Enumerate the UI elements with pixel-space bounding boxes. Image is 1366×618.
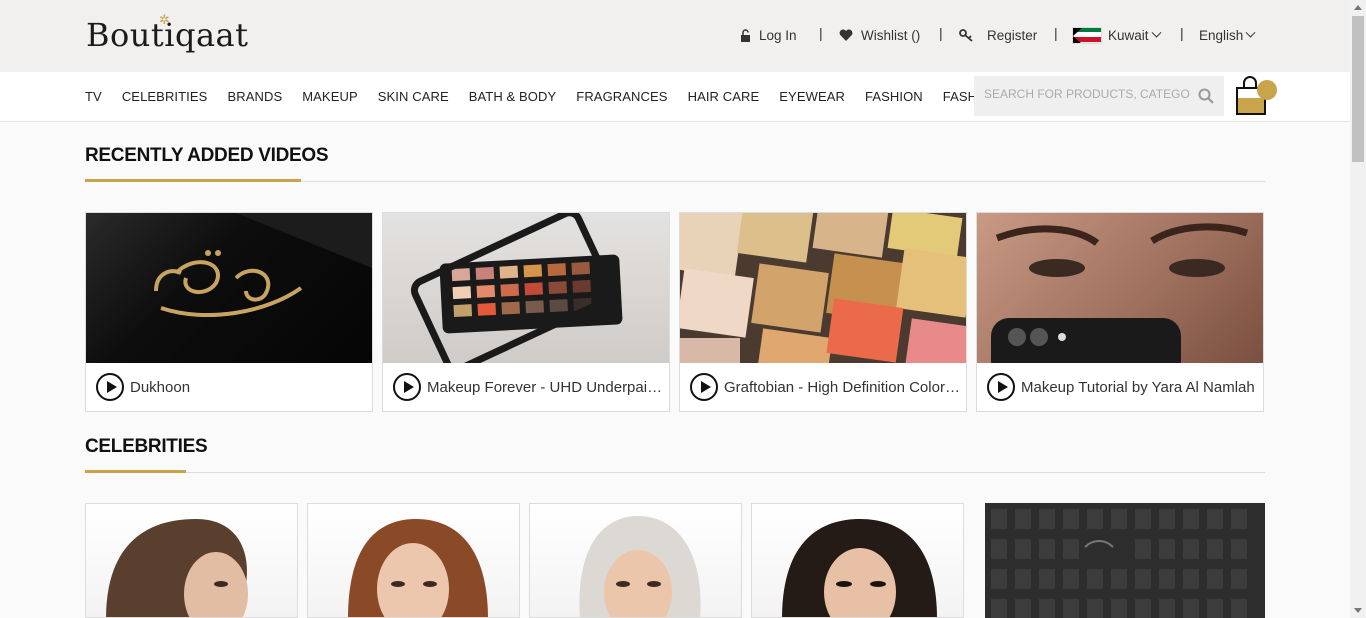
wishlist-link[interactable]: Wishlist () [839,24,920,46]
video-caption: Dukhoon [86,363,372,411]
separator: | [939,25,943,41]
scrollbar-thumb[interactable] [1352,16,1364,162]
language-label: English [1199,27,1244,43]
nav-item-fragrances[interactable]: FRAGRANCES [576,89,667,104]
video-title[interactable]: Dukhoon [130,379,190,396]
language-selector[interactable]: English [1199,24,1256,46]
lock-icon [741,28,750,42]
video-thumbnail[interactable] [680,213,966,363]
celebrity-photo [782,519,937,617]
eyeshadow-palette-image [410,213,623,363]
video-thumbnail[interactable] [383,213,669,363]
video-title[interactable]: Makeup Forever - UHD Underpainting Palet… [427,379,667,396]
scroll-up-arrow-icon[interactable] [1354,5,1362,10]
register-label: Register [987,27,1038,43]
nav-item-bath-body[interactable]: BATH & BODY [469,89,557,104]
search-input[interactable] [984,87,1190,101]
video-title[interactable]: Makeup Tutorial by Yara Al Namlah [1021,379,1255,396]
makeup-tutorial-image [991,223,1249,363]
nav-item-hair-care[interactable]: HAIR CARE [688,89,760,104]
kuwait-flag-icon [1072,26,1102,44]
section-title-underline [85,179,301,182]
nav-item-skin-care[interactable]: SKIN CARE [378,89,449,104]
cart-count-badge [1257,80,1277,100]
celebrity-card[interactable] [307,503,520,618]
video-title[interactable]: Graftobian - High Definition Color Palet… [724,379,964,396]
separator: | [1180,25,1184,41]
country-label: Kuwait [1108,27,1149,43]
video-card[interactable]: Dukhoon [85,212,373,412]
nav-item-makeup[interactable]: MAKEUP [302,89,358,104]
color-palette-image [680,213,966,363]
search-box [974,76,1224,116]
play-icon[interactable] [96,373,124,401]
login-label: Log In [759,27,797,43]
register-link[interactable]: Register [959,24,1037,46]
top-header: Boutiqaat ✲ Log In | Wishlist () | Regis… [0,0,1350,72]
celebrity-mosaic-image [991,509,1247,618]
play-icon[interactable] [987,373,1015,401]
celebrity-card[interactable] [751,503,964,618]
heart-icon [839,29,853,41]
main-nav-bar: TV CELEBRITIES BRANDS MAKEUP SKIN CARE B… [0,72,1350,122]
video-caption: Graftobian - High Definition Color Palet… [680,363,966,411]
celebrity-card[interactable] [529,503,742,618]
video-thumbnail[interactable] [86,213,372,363]
separator: | [819,25,823,41]
nav-item-brands[interactable]: BRANDS [227,89,282,104]
video-caption: Makeup Forever - UHD Underpainting Palet… [383,363,669,411]
nav-item-tv[interactable]: TV [85,89,102,104]
celebrity-photo [579,516,701,617]
celebrity-photo [106,519,248,617]
search-icon[interactable] [1198,88,1214,104]
scroll-down-arrow-icon[interactable] [1354,608,1362,613]
page-scrollbar[interactable] [1350,0,1366,618]
section-title-underline [85,470,186,473]
video-card[interactable]: Makeup Tutorial by Yara Al Namlah [976,212,1264,412]
celebrity-photo [348,519,488,617]
chevron-down-icon [1245,27,1256,38]
account-links: Log In | Wishlist () | Register | Kuwait… [0,24,1350,46]
videos-section-title: RECENTLY ADDED VIDEOS [85,145,329,166]
play-icon[interactable] [690,373,718,401]
separator: | [1054,25,1058,41]
video-card[interactable]: Graftobian - High Definition Color Palet… [679,212,967,412]
video-caption: Makeup Tutorial by Yara Al Namlah [977,363,1263,411]
country-selector[interactable]: Kuwait [1072,24,1161,46]
nav-item-celebrities[interactable]: CELEBRITIES [122,89,208,104]
section-divider [85,472,1265,473]
chevron-down-icon [1151,27,1161,38]
nav-item-eyewear[interactable]: EYEWEAR [779,89,845,104]
celebrity-card[interactable] [85,503,298,618]
shopping-bag-button[interactable] [1234,74,1277,118]
play-icon[interactable] [393,373,421,401]
celebrities-mosaic-banner[interactable] [985,503,1265,618]
video-thumbnail[interactable] [977,213,1263,363]
login-link[interactable]: Log In [740,24,797,46]
category-nav: TV CELEBRITIES BRANDS MAKEUP SKIN CARE B… [85,89,1060,104]
video-card[interactable]: Makeup Forever - UHD Underpainting Palet… [382,212,670,412]
key-icon [959,28,973,42]
wishlist-label: Wishlist () [861,27,921,43]
celebrities-section-title: CELEBRITIES [85,436,208,457]
dukhoon-logo-image [154,213,372,318]
nav-item-fashion[interactable]: FASHION [865,89,923,104]
